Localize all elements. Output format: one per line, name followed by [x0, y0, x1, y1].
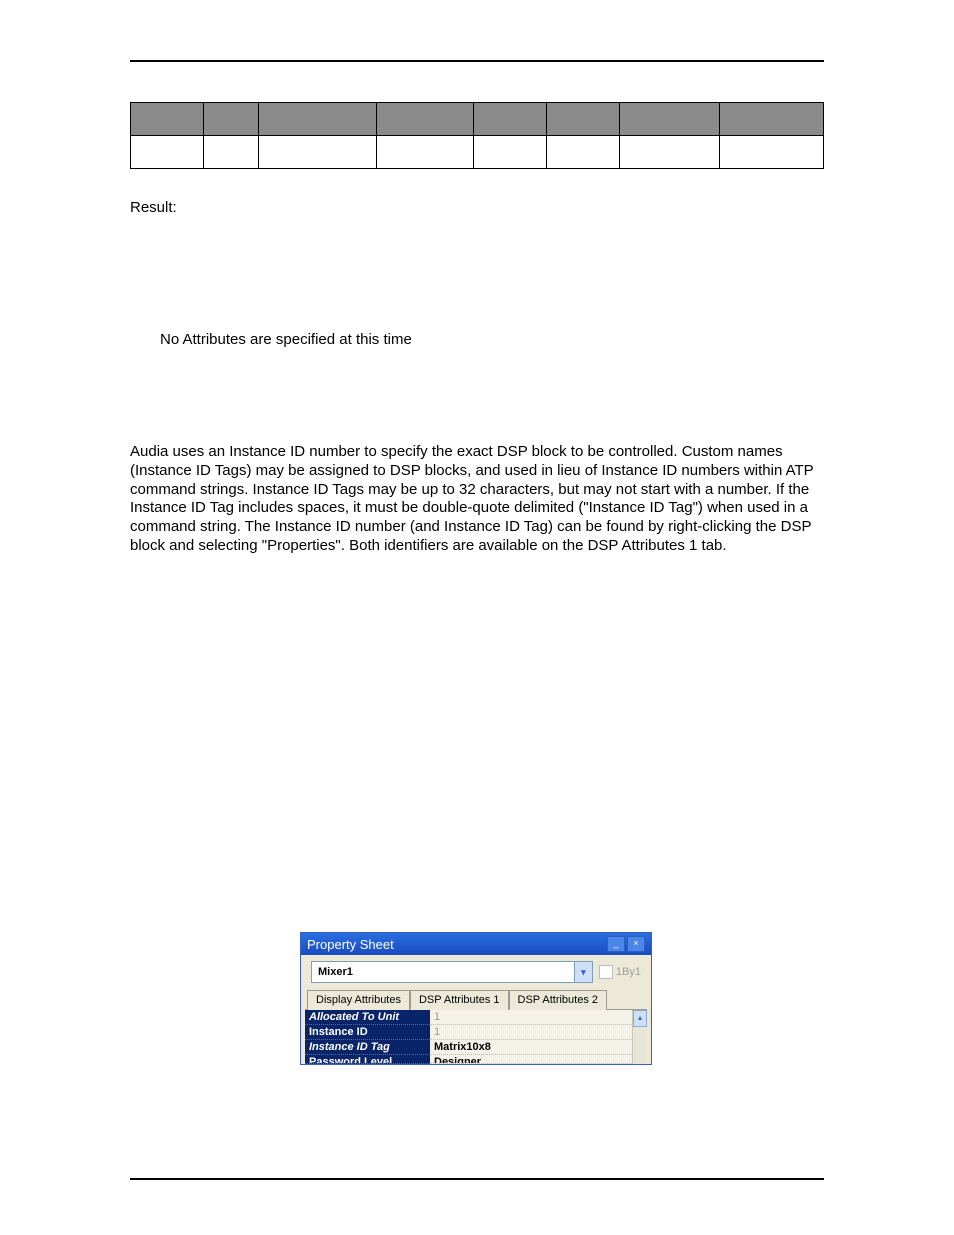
instance-id-heading: Instance ID — [130, 418, 824, 435]
dropdown-value: Mixer1 — [318, 966, 353, 978]
minimize-button[interactable]: _ — [607, 936, 625, 952]
checkbox-icon[interactable] — [599, 965, 613, 979]
close-button[interactable]: × — [627, 936, 645, 952]
bottom-rule — [130, 1178, 824, 1180]
instance-id-body: Audia uses an Instance ID number to spec… — [130, 443, 824, 556]
result-label: Result: — [130, 199, 824, 216]
window-buttons: _ × — [607, 936, 645, 952]
one-by-one-option[interactable]: 1By1 — [599, 965, 641, 979]
row-instance-tag-label: Instance ID Tag — [305, 1040, 430, 1055]
row-password-label: Password Level — [305, 1055, 430, 1064]
td-3 — [259, 136, 377, 169]
td-5 — [474, 136, 547, 169]
th-8 — [719, 103, 823, 136]
tab-display-attributes[interactable]: Display Attributes — [307, 990, 410, 1010]
row-instance-id-value: 1 — [430, 1025, 632, 1040]
td-8 — [719, 136, 823, 169]
td-7 — [619, 136, 719, 169]
chevron-down-icon[interactable]: ▾ — [574, 962, 592, 982]
th-1 — [131, 103, 204, 136]
propsheet-toolbar: Mixer1 ▾ 1By1 — [301, 955, 651, 987]
th-7 — [619, 103, 719, 136]
attributes-table — [130, 102, 824, 169]
document-page: Result: No Attributes are specified at t… — [0, 0, 954, 1235]
th-4 — [376, 103, 473, 136]
property-sheet-window: Property Sheet _ × Mixer1 ▾ 1By1 Display… — [300, 932, 652, 1065]
th-5 — [474, 103, 547, 136]
table-header-row — [131, 103, 824, 136]
properties-grid: Allocated To Unit 1 ▴ Instance ID 1 Inst… — [305, 1010, 647, 1064]
row-allocated-value: 1 — [430, 1010, 632, 1025]
row-instance-id-label: Instance ID — [305, 1025, 430, 1040]
td-2 — [203, 136, 258, 169]
window-title-text: Property Sheet — [307, 937, 394, 952]
checkbox-label: 1By1 — [616, 966, 641, 978]
block-selector-dropdown[interactable]: Mixer1 ▾ — [311, 961, 593, 983]
th-3 — [259, 103, 377, 136]
no-attributes-note: No Attributes are specified at this time — [160, 331, 824, 348]
td-4 — [376, 136, 473, 169]
window-title-bar[interactable]: Property Sheet _ × — [301, 933, 651, 955]
tab-dsp-attributes-1[interactable]: DSP Attributes 1 — [410, 990, 509, 1010]
scroll-up-icon[interactable]: ▴ — [633, 1010, 647, 1027]
row-allocated-label: Allocated To Unit — [305, 1010, 430, 1025]
table-data-row — [131, 136, 824, 169]
td-6 — [546, 136, 619, 169]
td-1 — [131, 136, 204, 169]
top-rule — [130, 60, 824, 62]
tab-dsp-attributes-2[interactable]: DSP Attributes 2 — [509, 990, 608, 1010]
th-2 — [203, 103, 258, 136]
th-6 — [546, 103, 619, 136]
row-instance-tag-value[interactable]: Matrix10x8 — [430, 1040, 632, 1055]
properties-panel: Allocated To Unit 1 ▴ Instance ID 1 Inst… — [305, 1009, 647, 1064]
scrollbar[interactable]: ▴ — [632, 1010, 647, 1064]
tab-strip: Display Attributes DSP Attributes 1 DSP … — [301, 987, 651, 1009]
row-password-value: Designer — [430, 1055, 632, 1064]
